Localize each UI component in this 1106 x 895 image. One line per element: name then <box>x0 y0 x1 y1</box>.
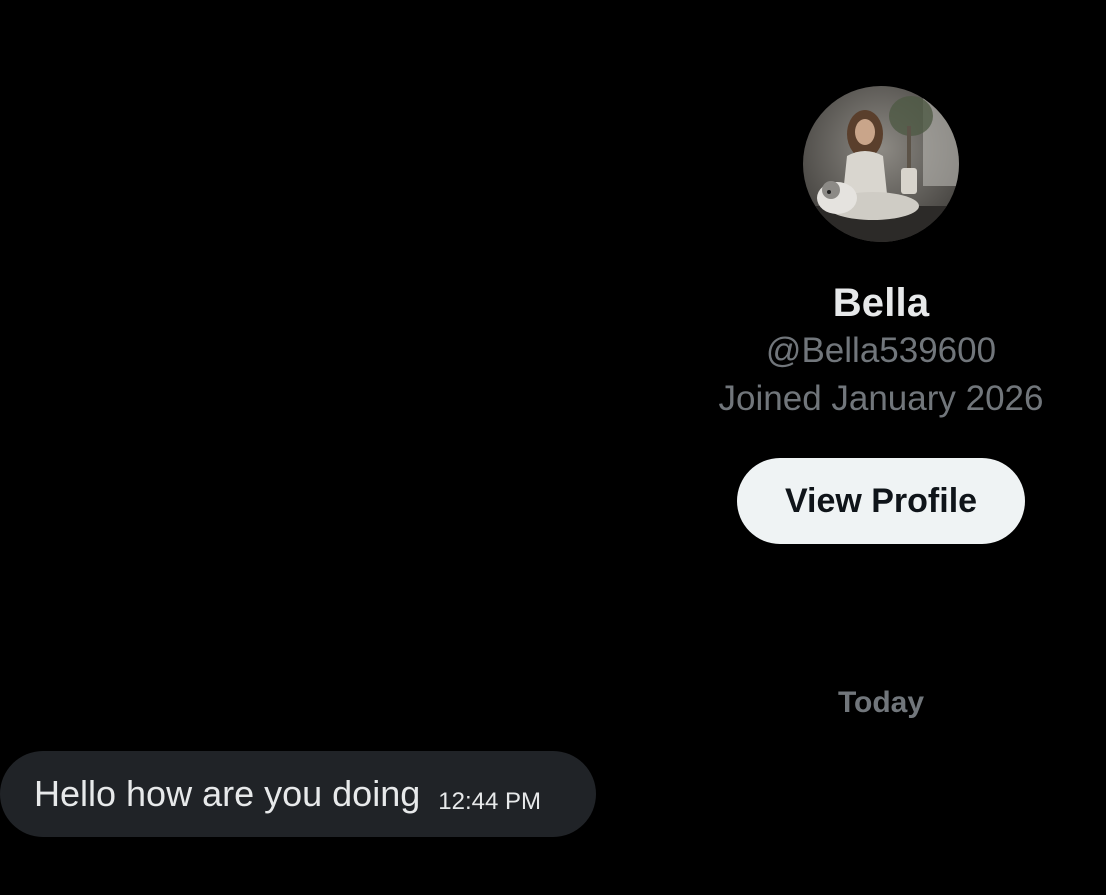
profile-header: Bella @Bella539600 Joined January 2026 V… <box>656 86 1106 544</box>
profile-name: Bella <box>832 281 930 325</box>
profile-joined-date: Joined January 2026 <box>718 379 1044 418</box>
view-profile-button[interactable]: View Profile <box>737 458 1025 544</box>
date-divider: Today <box>837 686 925 719</box>
message-text: Hello how are you doing <box>34 773 421 814</box>
avatar[interactable] <box>803 86 959 242</box>
message-bubble[interactable]: Hello how are you doing 12:44 PM <box>0 751 596 837</box>
message-timestamp: 12:44 PM <box>438 788 541 815</box>
profile-handle: @Bella539600 <box>765 331 997 370</box>
avatar-photo-icon <box>803 86 959 242</box>
dm-conversation-view: Bella @Bella539600 Joined January 2026 V… <box>0 0 1106 895</box>
